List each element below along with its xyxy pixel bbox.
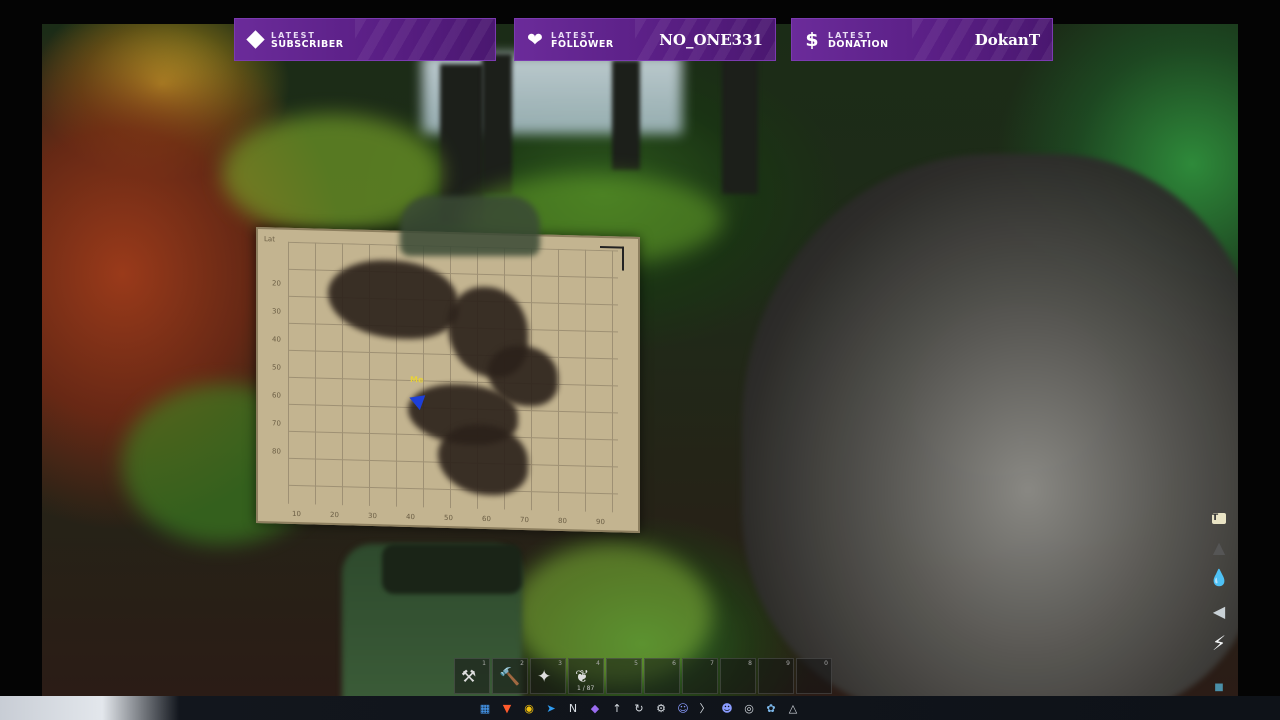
temperature-badge-text: T bbox=[1212, 512, 1226, 524]
slot-number: 2 bbox=[520, 660, 524, 667]
discord-alt-icon[interactable]: ☻ bbox=[718, 699, 736, 717]
hotbar: 1 ⚒ 2 🔨 3 ✦ 4 ❦ 1 / 87 5 6 7 8 9 0 bbox=[454, 658, 832, 694]
map-tick-bottom: 10 bbox=[292, 509, 301, 519]
player-map-label: Me bbox=[410, 375, 424, 385]
map-corner-mark bbox=[600, 245, 624, 271]
slot-number: 9 bbox=[786, 660, 790, 667]
alert-label-bottom: DONATION bbox=[828, 38, 889, 50]
hotbar-slot[interactable]: 4 ❦ 1 / 87 bbox=[568, 658, 604, 694]
map-tick-bottom: 40 bbox=[406, 512, 415, 522]
boulder bbox=[742, 154, 1238, 696]
status-square-icon: ■ bbox=[1214, 681, 1224, 693]
map-tick-bottom: 20 bbox=[330, 510, 339, 520]
player-thumb bbox=[400, 196, 540, 256]
map-tick-bottom: 80 bbox=[558, 516, 567, 526]
map-tick-bottom: 70 bbox=[520, 515, 529, 525]
arrow-app-icon[interactable]: △ bbox=[784, 699, 802, 717]
map-tick-left: 70 bbox=[272, 419, 281, 428]
latest-follower-name: NO_ONE331 bbox=[659, 30, 763, 49]
slot-quantity: 1 / 87 bbox=[577, 685, 595, 692]
hotbar-slot[interactable]: 7 bbox=[682, 658, 718, 694]
hotbar-slot[interactable]: 9 bbox=[758, 658, 794, 694]
tree-trunk bbox=[612, 60, 640, 170]
windows-start-icon[interactable]: ▦ bbox=[476, 699, 494, 717]
hotbar-slot[interactable]: 5 bbox=[606, 658, 642, 694]
upload-icon[interactable]: ↑ bbox=[608, 699, 626, 717]
game-viewport[interactable] bbox=[42, 24, 1238, 696]
refresh-icon[interactable]: ↻ bbox=[630, 699, 648, 717]
latest-donation-name: DokanT bbox=[974, 30, 1040, 49]
slot-number: 3 bbox=[558, 660, 562, 667]
hatchet-icon: 🔨 bbox=[499, 667, 521, 687]
slot-number: 7 bbox=[710, 660, 714, 667]
map-tick-bottom: 50 bbox=[444, 513, 453, 523]
stream-capture: Lat 20 30 40 50 60 70 80 10 20 30 40 50 … bbox=[0, 0, 1280, 720]
hotbar-slot[interactable]: 0 bbox=[796, 658, 832, 694]
map-tick-left: 30 bbox=[272, 307, 281, 316]
notion-icon[interactable]: N bbox=[564, 699, 582, 717]
food-icon: ◀ bbox=[1212, 601, 1226, 621]
alert-label-bottom: FOLLOWER bbox=[551, 38, 614, 50]
latest-subscriber-bar: LATEST SUBSCRIBER bbox=[234, 18, 496, 61]
slot-number: 1 bbox=[482, 660, 486, 667]
hotbar-slot[interactable]: 8 bbox=[720, 658, 756, 694]
tree-trunk bbox=[482, 54, 512, 194]
sickle-icon: ✦ bbox=[537, 667, 552, 687]
hotbar-slot[interactable]: 1 ⚒ bbox=[454, 658, 490, 694]
brave-icon[interactable]: ▼ bbox=[498, 699, 516, 717]
game-icon[interactable]: ◎ bbox=[740, 699, 758, 717]
water-drop-icon: 💧 bbox=[1209, 567, 1229, 587]
dollar-icon: $ bbox=[805, 28, 819, 51]
pickaxe-icon: ⚒ bbox=[461, 667, 477, 687]
steam-icon[interactable]: ✿ bbox=[762, 699, 780, 717]
latest-follower-bar: ❤ LATEST FOLLOWER NO_ONE331 bbox=[514, 18, 776, 61]
map-tick-left: Lat bbox=[264, 235, 275, 244]
slot-number: 8 bbox=[748, 660, 752, 667]
alert-label-bottom: SUBSCRIBER bbox=[271, 38, 344, 50]
map-tick-bottom: 90 bbox=[596, 517, 605, 527]
windows-taskbar: ▦ ▼ ◉ ➤ N ◆ ↑ ↻ ⚙ ☺ 〉 ☻ ◎ ✿ △ bbox=[0, 696, 1280, 720]
discord-icon[interactable]: ☺ bbox=[674, 699, 692, 717]
diamond-icon bbox=[245, 30, 265, 50]
map-tick-left: 20 bbox=[272, 279, 281, 288]
heart-icon: ❤ bbox=[527, 28, 543, 51]
slot-number: 5 bbox=[634, 660, 638, 667]
hotbar-slot[interactable]: 2 🔨 bbox=[492, 658, 528, 694]
hotbar-slot[interactable]: 6 bbox=[644, 658, 680, 694]
map-tick-bottom: 30 bbox=[368, 511, 377, 521]
stamina-bolt-icon: ⚡ bbox=[1211, 631, 1227, 655]
held-map: Lat 20 30 40 50 60 70 80 10 20 30 40 50 … bbox=[256, 226, 640, 534]
slot-number: 4 bbox=[596, 660, 600, 667]
map-tick-left: 50 bbox=[272, 363, 281, 372]
map-tick-left: 60 bbox=[272, 391, 281, 400]
obsidian-icon[interactable]: ◆ bbox=[586, 699, 604, 717]
map-tick-left: 40 bbox=[272, 335, 281, 344]
tree-trunk bbox=[722, 54, 758, 194]
terminal-icon[interactable]: 〉 bbox=[696, 699, 714, 717]
settings-icon[interactable]: ⚙ bbox=[652, 699, 670, 717]
weight-icon: ▲ bbox=[1212, 537, 1226, 557]
hotbar-slot[interactable]: 3 ✦ bbox=[530, 658, 566, 694]
vscode-icon[interactable]: ➤ bbox=[542, 699, 560, 717]
slot-number: 6 bbox=[672, 660, 676, 667]
chrome-icon[interactable]: ◉ bbox=[520, 699, 538, 717]
map-tick-bottom: 60 bbox=[482, 514, 491, 524]
slot-number: 0 bbox=[824, 660, 828, 667]
player-glove bbox=[382, 544, 522, 594]
temperature-badge-icon: T bbox=[1208, 507, 1230, 529]
map-tick-left: 80 bbox=[272, 447, 281, 456]
latest-donation-bar: $ LATEST DONATION DokanT bbox=[791, 18, 1053, 61]
torch-icon: ❦ bbox=[575, 667, 590, 687]
